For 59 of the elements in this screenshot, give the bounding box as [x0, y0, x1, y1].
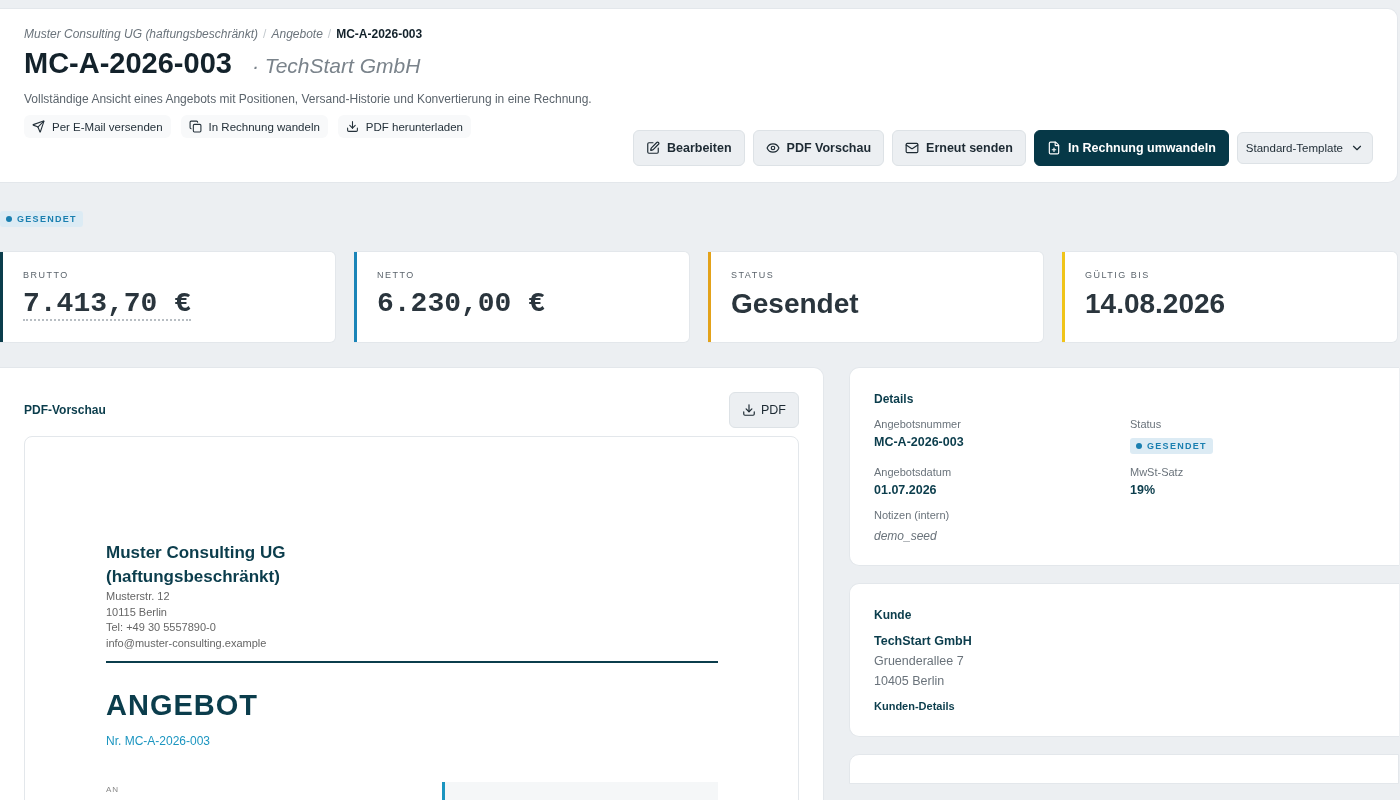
- document-address-line: Musterstr. 12: [106, 589, 171, 604]
- page-description: Vollständige Ansicht eines Angebots mit Positionen, Versand-Historie und Konvertierung in eine Rechnung.: [24, 91, 593, 108]
- primary-button[interactable]: In Rechnung umwandeln: [1033, 130, 1229, 166]
- customer-name: TechStart GmbH: [874, 634, 973, 648]
- file-plus-icon: [1046, 141, 1061, 155]
- field-label: Status: [1130, 418, 1163, 430]
- action-button[interactable]: Erneut senden: [892, 130, 1026, 166]
- breadcrumb-link[interactable]: Angebote: [271, 27, 323, 41]
- quick-action-button[interactable]: Per E-Mail versenden: [24, 115, 171, 138]
- stat-value: Gesendet: [731, 288, 859, 320]
- status-badge: GESENDET: [0, 211, 83, 227]
- field-value: MC-A-2026-003: [874, 435, 965, 449]
- stat-label: STATUS: [731, 270, 776, 280]
- eye-icon: [765, 141, 780, 155]
- customer-address-line: 10405 Berlin: [874, 674, 946, 688]
- stat-value: 7.413,70 €: [23, 288, 192, 321]
- page-title: MC-A-2026-003: [24, 47, 232, 80]
- stat-label: BRUTTO: [23, 270, 70, 280]
- document-address-line: info@muster-consulting.example: [106, 635, 268, 651]
- copy-icon: [188, 120, 202, 133]
- document-address-line: 10115 Berlin: [106, 604, 168, 620]
- document-heading: ANGEBOT: [106, 689, 259, 722]
- customer-address-line: Gruenderallee 7: [874, 654, 965, 668]
- panel-title: PDF-Vorschau: [24, 403, 106, 417]
- breadcrumb-current: MC-A-2026-003: [336, 27, 423, 41]
- status-badge: GESENDET: [1130, 438, 1213, 454]
- mail-icon: [905, 141, 920, 155]
- field-value: demo_seed: [874, 529, 938, 543]
- field-label: Angebotsnummer: [874, 418, 962, 430]
- document-address-line: Tel: +49 30 5557890-0: [106, 620, 217, 635]
- card-title: Kunde: [874, 608, 913, 622]
- stat-label: NETTO: [377, 270, 416, 280]
- field-value: 19%: [1130, 483, 1157, 497]
- stat-label: GÜLTIG BIS: [1085, 270, 1151, 280]
- action-button[interactable]: PDF Vorschau: [752, 130, 885, 166]
- page-subtitle: · TechStart GmbH: [251, 54, 421, 78]
- stat-value: 14.08.2026: [1085, 288, 1226, 320]
- edit-icon: [645, 141, 660, 155]
- quick-action-button[interactable]: In Rechnung wandeln: [180, 115, 328, 138]
- template-select[interactable]: Standard-Template: [1236, 132, 1373, 164]
- pdf-button[interactable]: PDF: [729, 392, 799, 428]
- document-number: Nr. MC-A-2026-003: [106, 734, 212, 748]
- recipient-label: AN: [106, 785, 121, 796]
- quick-action-button[interactable]: PDF herunterladen: [337, 115, 471, 138]
- field-label: Notizen (intern): [874, 509, 951, 521]
- action-button[interactable]: Bearbeiten: [632, 130, 745, 166]
- breadcrumb-separator: /: [263, 27, 267, 41]
- customer-details-link[interactable]: Kunden-Details: [874, 700, 955, 712]
- field-value: 01.07.2026: [874, 483, 938, 497]
- send-icon: [32, 120, 45, 133]
- card-title: Details: [874, 392, 915, 406]
- breadcrumb-link[interactable]: Muster Consulting UG (haftungsbeschränkt): [24, 27, 259, 41]
- download-icon: [742, 403, 756, 417]
- document-company: Muster Consulting UG (haftungsbeschränkt): [106, 542, 287, 588]
- field-label: MwSt-Satz: [1130, 466, 1185, 478]
- stat-value: 6.230,00 €: [377, 288, 546, 319]
- download-icon: [345, 120, 359, 133]
- breadcrumb-separator: /: [327, 27, 332, 41]
- field-label: Angebotsdatum: [874, 466, 953, 478]
